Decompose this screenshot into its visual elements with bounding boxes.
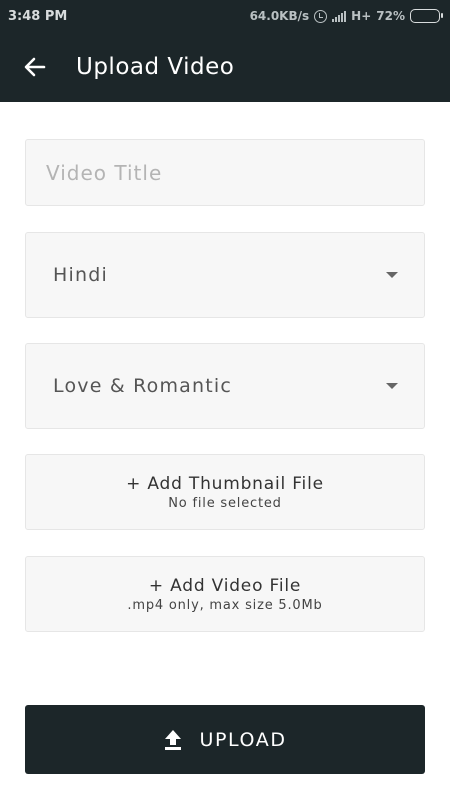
add-video-button[interactable]: + Add Video File .mp4 only, max size 5.0…: [25, 556, 425, 632]
thumbnail-status: No file selected: [168, 495, 282, 511]
add-thumbnail-label: + Add Thumbnail File: [126, 473, 324, 494]
network-type: H+: [351, 9, 372, 23]
category-select[interactable]: Love & Romantic: [25, 343, 425, 429]
status-indicators: 64.0KB/s H+ 72%: [249, 9, 443, 23]
status-bar: 3:48 PM 64.0KB/s H+ 72%: [0, 0, 450, 32]
category-select-value: Love & Romantic: [53, 375, 233, 397]
video-file-hint: .mp4 only, max size 5.0Mb: [127, 597, 323, 613]
alarm-icon: [314, 9, 328, 23]
signal-icon: [332, 10, 347, 22]
app-bar: Upload Video: [0, 32, 450, 102]
video-title-input[interactable]: [46, 160, 424, 185]
chevron-down-icon: [386, 272, 398, 278]
language-select-value: Hindi: [53, 264, 108, 286]
upload-icon: [165, 729, 182, 750]
page-title: Upload Video: [76, 54, 235, 80]
language-select[interactable]: Hindi: [25, 232, 425, 318]
battery-icon: [410, 9, 443, 23]
status-time: 3:48 PM: [8, 8, 68, 24]
upload-label: UPLOAD: [199, 728, 287, 751]
video-title-field[interactable]: [25, 139, 425, 206]
battery-percent: 72%: [376, 9, 405, 23]
add-thumbnail-button[interactable]: + Add Thumbnail File No file selected: [25, 454, 425, 530]
upload-button[interactable]: UPLOAD: [25, 705, 425, 774]
add-video-label: + Add Video File: [148, 575, 302, 596]
arrow-left-icon: [24, 57, 46, 77]
network-speed: 64.0KB/s: [249, 9, 310, 23]
chevron-down-icon: [386, 383, 398, 389]
back-button[interactable]: [0, 32, 70, 102]
